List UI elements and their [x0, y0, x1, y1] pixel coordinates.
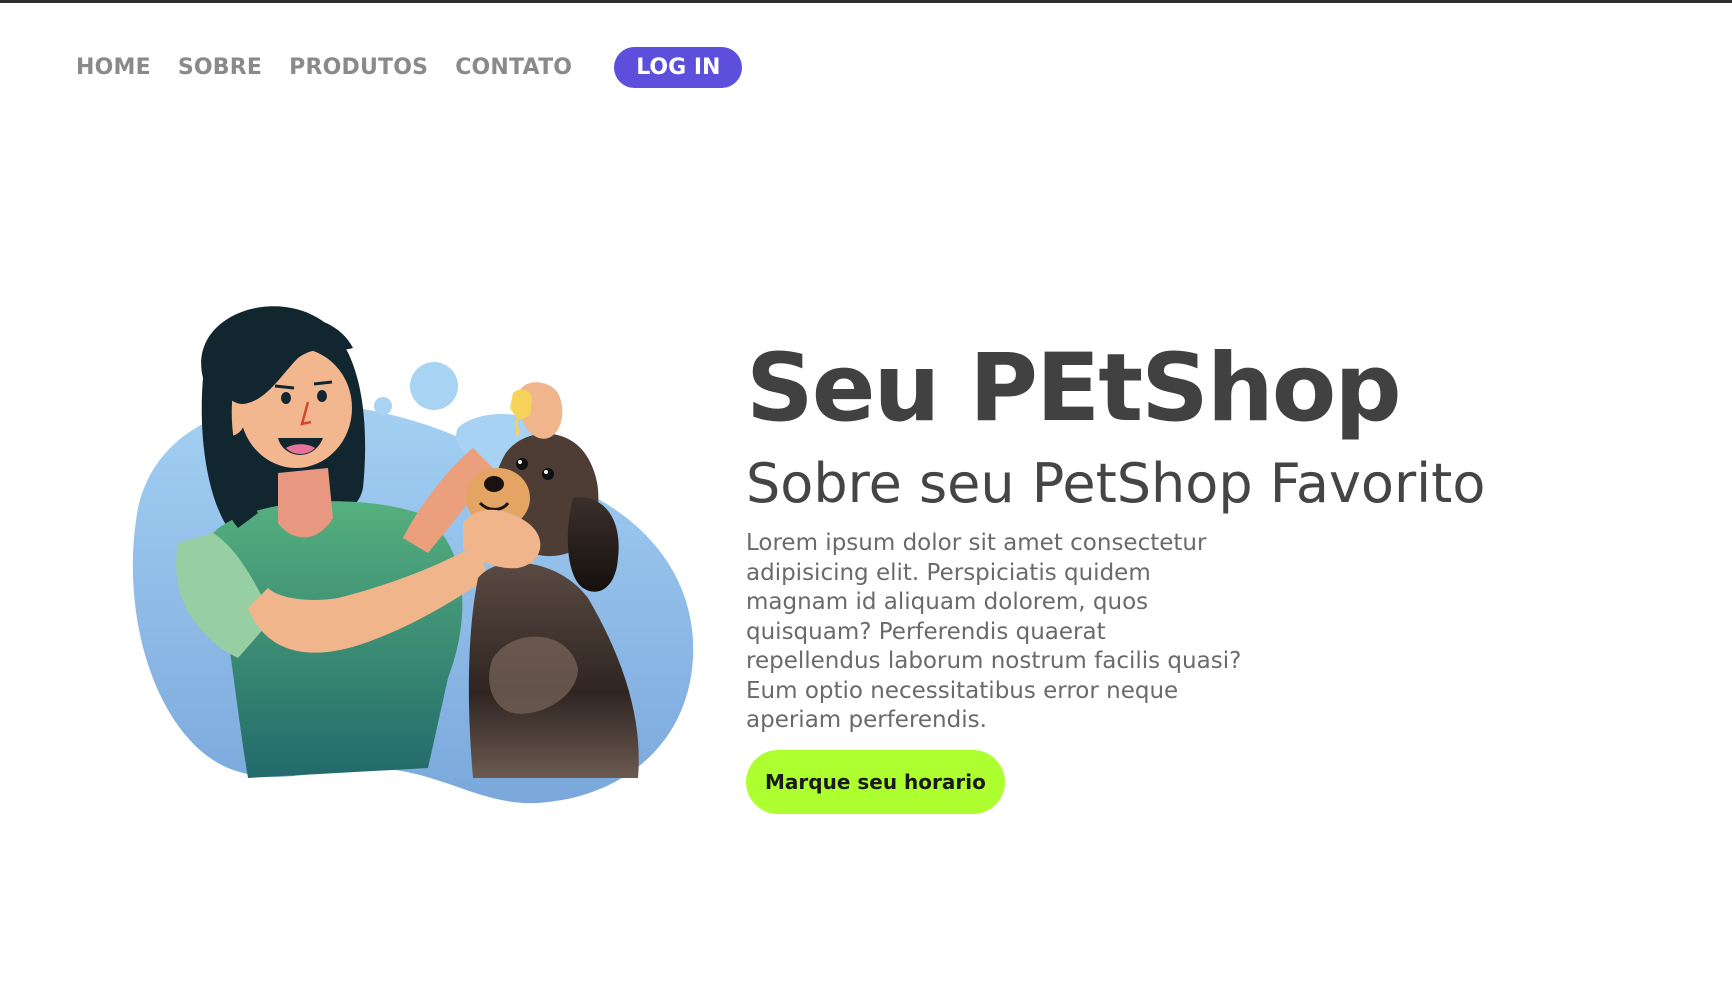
top-nav: HOME SOBRE PRODUTOS CONTATO LOG IN	[76, 47, 743, 88]
dog-nose	[484, 476, 504, 492]
nav-link-contato[interactable]: CONTATO	[455, 55, 572, 80]
woman-neck	[278, 468, 333, 538]
login-button[interactable]: LOG IN	[614, 47, 743, 88]
bubble-large	[410, 362, 458, 410]
vet-with-dog-illustration	[118, 298, 698, 818]
dog-eye-right	[542, 468, 554, 480]
nav-link-home[interactable]: HOME	[76, 55, 151, 80]
schedule-button[interactable]: Marque seu horario	[746, 749, 1005, 814]
woman-eye-left	[281, 392, 291, 404]
nav-link-sobre[interactable]: SOBRE	[178, 55, 262, 80]
woman-eye-right	[317, 390, 327, 402]
hero-description: Lorem ipsum dolor sit amet consectetur a…	[746, 530, 1242, 733]
nav-link-produtos[interactable]: PRODUTOS	[289, 55, 428, 80]
page: HOME SOBRE PRODUTOS CONTATO LOG IN Seu P…	[0, 0, 1732, 995]
hero-title: Seu PEtShop	[746, 334, 1402, 443]
hero-subtitle: Sobre seu PetShop Favorito	[746, 452, 1486, 515]
bubble-small	[374, 397, 392, 415]
hero-section: Seu PEtShop Sobre seu PetShop Favorito L…	[746, 333, 1646, 814]
dog-eye-left	[516, 458, 528, 470]
illustration-svg	[132, 306, 694, 804]
